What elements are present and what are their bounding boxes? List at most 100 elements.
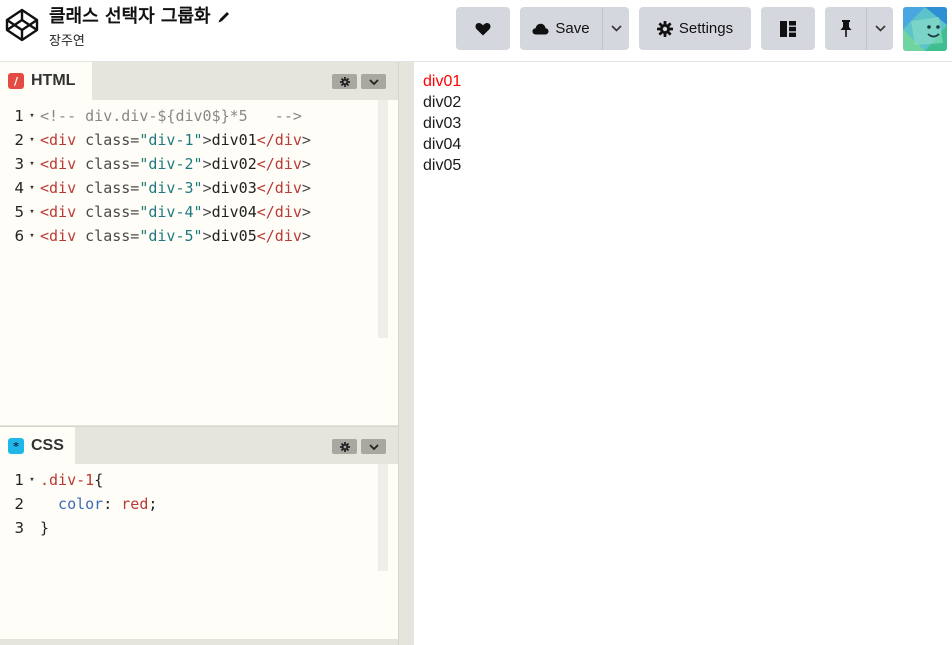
line-number: 2 [14, 495, 24, 513]
code-token: class= [76, 131, 140, 149]
cloud-icon [532, 23, 549, 34]
pen-title-text[interactable]: 클래스 선택자 그룹화 [49, 5, 211, 29]
code-token: color [40, 495, 104, 513]
panel-resizer[interactable] [398, 62, 414, 645]
code-token: class= [76, 227, 140, 245]
code-token: <div [40, 131, 77, 149]
code-line[interactable]: 1 ▾ .div-1{ [0, 468, 398, 492]
code-token: class= [76, 203, 140, 221]
code-token: > [202, 131, 212, 149]
like-button[interactable] [456, 7, 510, 50]
code-line[interactable]: 5 ▾ <div class= "div-4" > div04 </div > [0, 200, 398, 224]
pin-icon [840, 20, 851, 37]
pin-options-dropdown[interactable] [866, 7, 893, 50]
code-token: div02 [211, 155, 257, 173]
fold-arrow-icon[interactable]: ▾ [24, 468, 40, 492]
css-badge-icon: * [8, 438, 24, 454]
code-token: <div [40, 179, 77, 197]
preview-div: div02 [423, 94, 462, 111]
change-view-button[interactable] [761, 7, 815, 50]
result-preview: div01 div02 div03 div04 div05 [415, 62, 952, 645]
editor-header: 클래스 선택자 그룹화 장주연 Save Settings [0, 0, 952, 62]
html-scrollbar[interactable] [378, 100, 388, 338]
code-token: > [301, 131, 311, 149]
line-number: 1 [14, 107, 24, 125]
avatar-image [903, 7, 947, 51]
html-settings-button[interactable] [332, 74, 357, 89]
fold-arrow-icon[interactable]: ▾ [24, 152, 40, 176]
code-line[interactable]: 2 color: red; [0, 492, 398, 516]
save-options-dropdown[interactable] [602, 7, 629, 50]
code-token: ; [148, 495, 158, 513]
code-line[interactable]: 6 ▾ <div class= "div-5" > div05 </div > [0, 224, 398, 248]
chevron-down-icon [610, 25, 622, 32]
code-token: : [103, 495, 122, 513]
preview-div: div04 [423, 136, 462, 153]
code-token: "div-4" [139, 203, 203, 221]
code-token: > [202, 203, 212, 221]
pen-title[interactable]: 클래스 선택자 그룹화 [49, 5, 231, 29]
fold-arrow-icon[interactable]: ▾ [24, 128, 40, 152]
save-button-label: Save [555, 20, 590, 37]
html-code-editor[interactable]: 1 ▾ <!-- div.div-${div0$}*5 --> 2 ▾ <div clas… [0, 100, 398, 425]
preview-div: div05 [423, 157, 462, 174]
fold-arrow-icon[interactable]: ▾ [24, 224, 40, 248]
code-token: "div-5" [139, 227, 203, 245]
line-number: 6 [14, 227, 24, 245]
code-line[interactable]: 3 ▾ <div class= "div-2" > div02 </div > [0, 152, 398, 176]
code-token: div03 [211, 179, 257, 197]
user-avatar[interactable] [903, 7, 947, 51]
css-scrollbar[interactable] [378, 464, 388, 571]
save-button[interactable]: Save [520, 7, 602, 50]
code-token: class= [76, 179, 140, 197]
code-line[interactable]: 2 ▾ <div class= "div-1" > div01 </div > [0, 128, 398, 152]
code-token: > [202, 155, 212, 173]
layout-icon [780, 20, 796, 37]
fold-arrow-icon[interactable]: ▾ [24, 200, 40, 224]
codepen-logo-icon[interactable] [5, 8, 39, 42]
html-panel-header: / HTML [0, 62, 398, 100]
author-name[interactable]: 장주연 [49, 30, 231, 49]
code-token: <div [40, 203, 77, 221]
tab-html[interactable]: / HTML [0, 62, 92, 100]
chevron-down-icon [368, 78, 379, 85]
tab-css[interactable]: * CSS [0, 427, 75, 465]
line-number: 3 [14, 155, 24, 173]
code-line[interactable]: 3} [0, 516, 398, 540]
code-token: > [301, 203, 311, 221]
code-token: <!-- div.div-${div0$}*5 --> [40, 107, 302, 125]
css-settings-button[interactable] [332, 439, 357, 454]
html-collapse-button[interactable] [361, 74, 386, 89]
code-token: <div [40, 227, 77, 245]
code-token: div05 [211, 227, 257, 245]
html-badge-icon: / [8, 73, 24, 89]
code-token: "div-3" [139, 179, 203, 197]
code-line[interactable]: 4 ▾ <div class= "div-3" > div03 </div > [0, 176, 398, 200]
settings-button[interactable]: Settings [639, 7, 751, 50]
code-token: > [301, 155, 311, 173]
line-number: 3 [14, 519, 24, 537]
pencil-icon[interactable] [217, 10, 231, 24]
gear-icon [339, 441, 350, 452]
tab-html-label: HTML [31, 72, 76, 89]
code-token: div04 [211, 203, 257, 221]
css-panel-header: * CSS [0, 426, 398, 465]
preview-div: div01 [423, 73, 462, 90]
fold-arrow-icon[interactable]: ▾ [24, 104, 40, 128]
code-token: <div [40, 155, 77, 173]
preview-div: div03 [423, 115, 462, 132]
code-token: "div-1" [139, 131, 203, 149]
code-token: .div-1 [40, 471, 95, 489]
code-token: </div [256, 131, 302, 149]
heart-icon [475, 22, 491, 35]
code-token: > [202, 227, 212, 245]
pin-button[interactable] [825, 7, 866, 50]
editor-column: / HTML 1 ▾ <!-- div.div-${div0$}*5 --> 2 ▾ <d… [0, 62, 398, 645]
fold-arrow-icon[interactable]: ▾ [24, 176, 40, 200]
code-line[interactable]: 1 ▾ <!-- div.div-${div0$}*5 --> [0, 104, 398, 128]
code-token: > [301, 227, 311, 245]
code-token: { [94, 471, 104, 489]
fold-gutter [24, 492, 40, 516]
css-code-editor[interactable]: 1 ▾ .div-1{2 color: red; 3} [0, 464, 398, 639]
css-collapse-button[interactable] [361, 439, 386, 454]
